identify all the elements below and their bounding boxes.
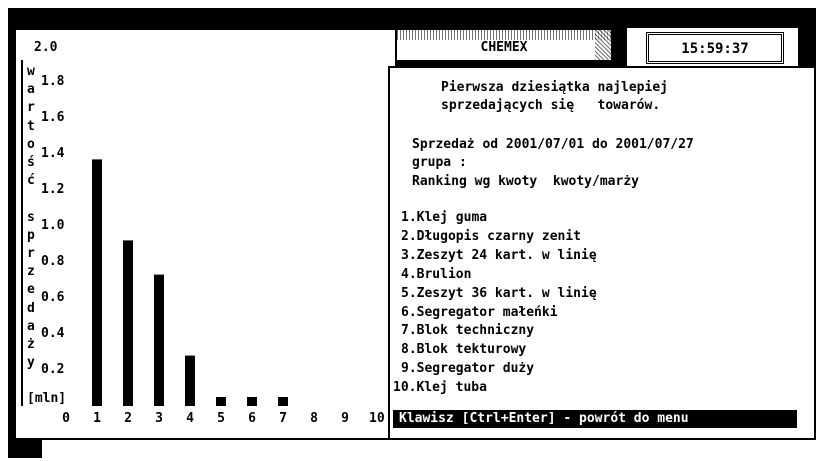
x-tick-label: 2 [124,411,132,426]
ranking-item: 6.Segregator małeńki [401,304,558,320]
bar-7 [278,397,288,406]
y-label-letter: y [27,355,35,371]
x-tick-label: 10 [369,411,385,426]
heading-line-2: sprzedających się towarów. [441,98,661,113]
date-range: Sprzedaż od 2001/07/01 do 2001/07/27 [412,137,694,152]
y-label-letter: a [27,82,35,98]
bar-1 [92,159,102,406]
x-tick-zero: 0 [62,411,70,426]
y-tick-label: 2.0 [34,40,58,55]
y-label-letter: a [27,318,35,334]
ranking-item: 5.Zeszyt 36 kart. w linię [401,285,597,301]
y-label-letter: e [27,282,35,298]
group-label: grupa : [412,155,467,170]
ranking-item: 4.Brulion [401,266,472,282]
y-tick-label: 1.8 [41,74,65,89]
ranking-item: 9.Segregator duży [401,361,535,377]
ranking-item: 1.Klej guma [401,210,488,225]
bar-2 [123,240,133,406]
x-tick-label: 7 [279,411,287,426]
bar-3 [154,274,164,406]
bar-4 [185,355,195,406]
ranking-item: 10.Klej tuba [393,380,487,396]
y-tick-label: 0.2 [41,362,65,377]
x-tick-label: 3 [155,411,163,426]
y-label-letter: w [27,64,35,79]
y-tick-label: 0.8 [41,254,65,269]
x-tick-label: 6 [248,411,256,426]
bar-5 [216,397,226,406]
ranking-item: 8.Blok tekturowy [401,342,527,358]
y-label-letter: z [27,264,35,280]
ranking-item: 7.Blok techniczny [401,323,535,339]
ranking-item: 2.Długopis czarny zenit [401,228,582,244]
y-label-letter: t [27,118,35,134]
y-label-letter: r [27,100,35,116]
y-tick-label: 1.0 [41,218,65,233]
y-label-letter: p [27,227,35,243]
y-tick-label: 1.4 [41,146,65,161]
y-axis-unit: [mln] [27,391,67,406]
y-tick-label: 1.6 [41,110,65,125]
x-tick-label: 5 [217,411,225,426]
x-tick-label: 1 [93,411,101,426]
y-tick-label: 0.4 [41,326,65,341]
y-label-letter: o [27,136,35,152]
y-label-letter: s [27,209,35,225]
y-label-letter: ś [27,155,35,170]
ranking-item: 3.Zeszyt 24 kart. w linię [401,247,597,263]
x-tick-label: 8 [310,411,318,426]
x-tick-label: 9 [341,411,349,426]
y-label-letter: ć [27,173,35,189]
y-tick-label: 1.2 [41,182,65,197]
footer-hint[interactable]: Klawisz [Ctrl+Enter] - powrót do menu [393,410,797,428]
heading-line-1: Pierwsza dziesiątka najlepiej [441,80,668,95]
y-label-letter: ż [27,337,35,352]
y-label-letter: r [27,246,35,261]
y-tick-label: 0.6 [41,290,65,305]
x-tick-label: 4 [186,411,194,426]
bar-6 [247,397,257,406]
y-label-letter: d [27,300,35,316]
bars-group [92,159,288,406]
ranking-mode: Ranking wg kwoty kwoty/marży [412,174,639,189]
